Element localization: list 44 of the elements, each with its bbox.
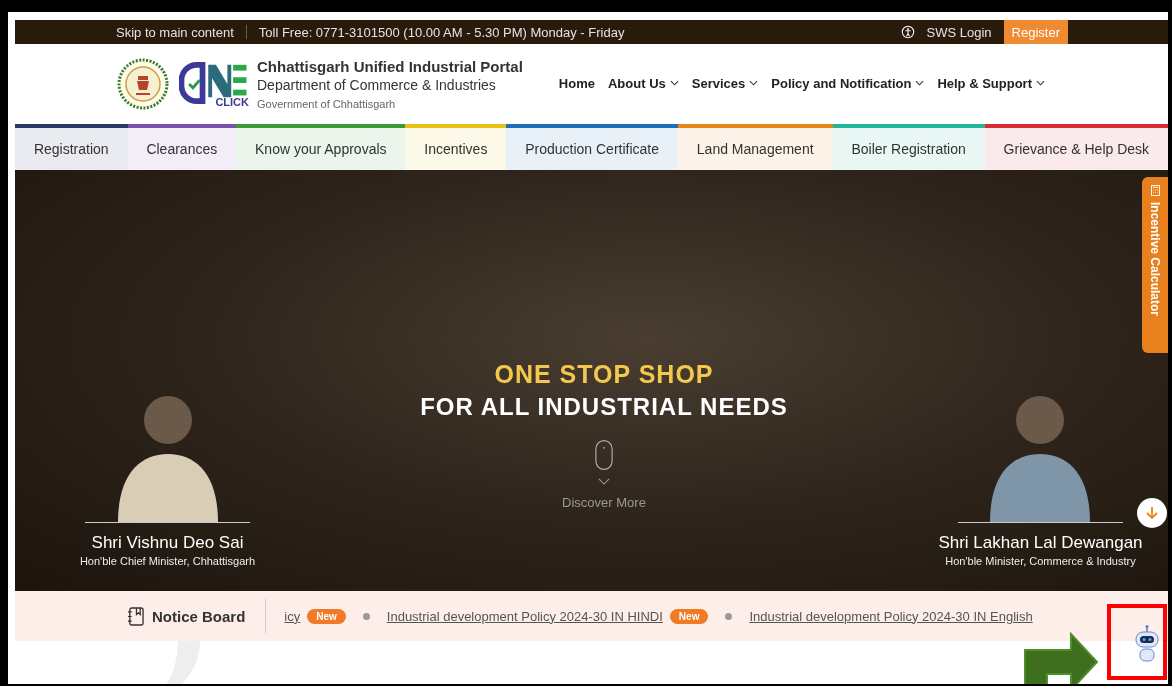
category-tab[interactable]: Registration	[15, 124, 128, 170]
new-badge: New	[669, 608, 709, 624]
accessibility-icon[interactable]	[900, 25, 915, 39]
hero-headline: ONE STOP SHOP	[494, 360, 714, 389]
nav-link[interactable]: Home	[558, 75, 595, 91]
nav-link[interactable]: About Us	[608, 75, 679, 91]
category-tab[interactable]: Know your Approvals	[236, 124, 406, 170]
category-tab[interactable]: Boiler Registration	[832, 124, 985, 170]
skip-link[interactable]: Skip to main content	[116, 24, 234, 40]
arrow-down-icon	[1144, 505, 1160, 521]
minister-title: Hon'ble Minister, Commerce & Industry	[945, 555, 1136, 567]
emblem-icon	[117, 58, 169, 110]
chevron-down-icon	[598, 478, 610, 485]
login-link[interactable]: SWS Login	[926, 24, 992, 40]
category-tab[interactable]: Land Management	[677, 124, 833, 170]
portal-logo: CLICK	[177, 60, 249, 108]
category-tab[interactable]: Clearances	[127, 124, 237, 170]
category-tab[interactable]: Grievance & Help Desk	[984, 124, 1168, 170]
calculator-icon	[1150, 185, 1160, 196]
bullet-icon	[362, 612, 370, 620]
chatbot-robot-icon[interactable]	[1132, 624, 1162, 664]
government-name: Government of Chhattisgarh	[257, 98, 397, 110]
nav-link[interactable]: Help & Support	[937, 75, 1045, 91]
mouse-icon	[595, 439, 613, 471]
scroll-down-button[interactable]	[1137, 498, 1167, 528]
nav-link[interactable]: Policy and Notification	[771, 75, 925, 91]
toll-free-text: Toll Free: 0771-3101500 (10.00 AM - 5.30 PM) Monday - Friday	[258, 24, 625, 40]
notice-board-title: Notice Board	[152, 607, 246, 625]
category-tab[interactable]: Production Certificate	[506, 124, 678, 170]
notice-link[interactable]: Industrial development Policy 2024-30 IN English	[749, 608, 1033, 624]
minister-title: Hon'ble Chief Minister, Chhattisgarh	[79, 555, 256, 567]
bullet-icon	[725, 612, 733, 620]
category-tab[interactable]: Incentives	[405, 124, 507, 170]
department-name: Department of Commerce & Industries	[257, 77, 497, 93]
notebook-icon	[127, 606, 144, 626]
notice-link[interactable]: Industrial development Policy 2024-30 IN HINDI	[386, 608, 663, 624]
minister-name: Shri Vishnu Deo Sai	[91, 533, 244, 553]
discover-more-link[interactable]: Discover More	[562, 495, 646, 510]
hero-subheadline: FOR ALL INDUSTRIAL NEEDS	[420, 393, 788, 421]
new-badge: New	[307, 608, 346, 624]
nav-link[interactable]: Services	[691, 75, 759, 91]
notice-link[interactable]: icy	[284, 608, 301, 624]
minister-name: Shri Lakhan Lal Dewangan	[938, 533, 1143, 553]
portal-title: Chhattisgarh Unified Industrial Portal	[257, 58, 523, 75]
